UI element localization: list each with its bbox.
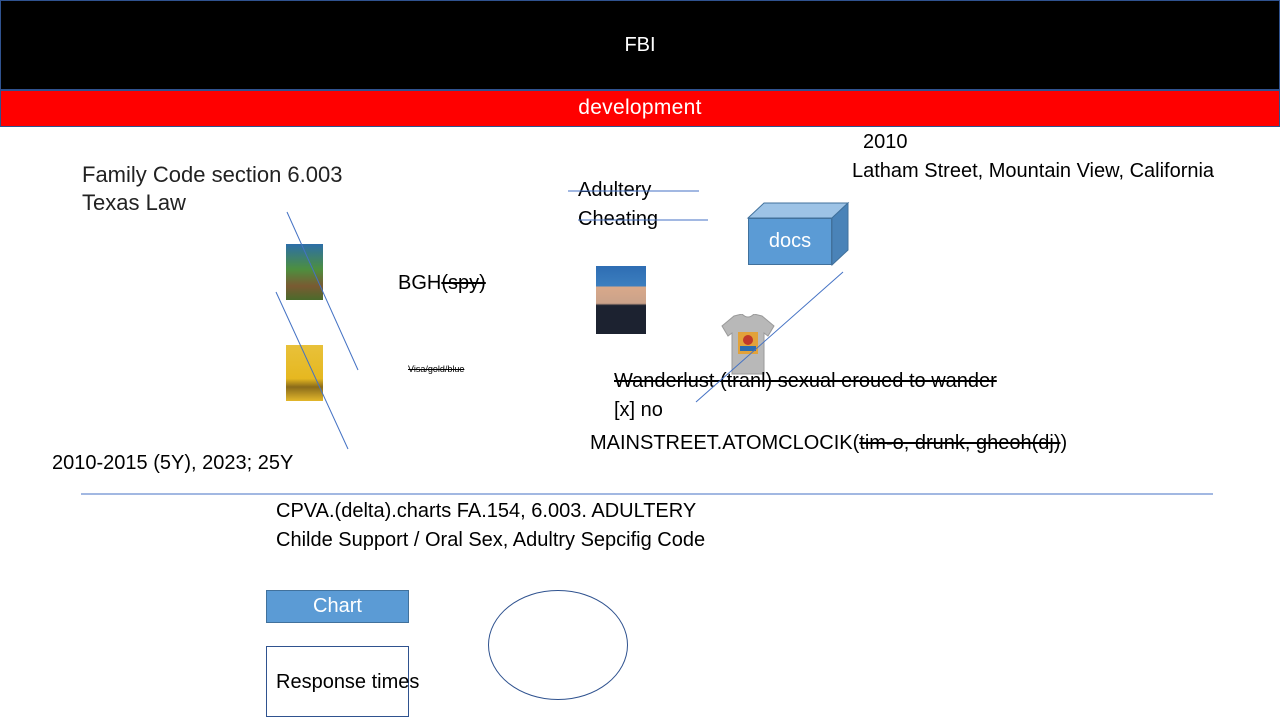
- years-range-label: 2010-2015 (5Y), 2023; 25Y: [52, 452, 294, 474]
- law-text-block: Family Code section 6.003 Texas Law: [82, 161, 342, 217]
- mainstreet-struck-text: tim-o, drunk, gheoh(dj): [859, 432, 1061, 454]
- bgh-label: BGH(spy): [398, 273, 486, 293]
- adultery-label: Adultery: [578, 179, 652, 201]
- law-line-2: Texas Law: [82, 190, 186, 215]
- movie-poster-image-yellow: [286, 345, 323, 401]
- bgh-struck-text: (spy): [441, 272, 486, 294]
- header-title: FBI: [624, 34, 656, 56]
- movie-poster-image: [286, 244, 323, 300]
- docs-box-side-face: [831, 201, 849, 267]
- bgh-text: BGH: [398, 272, 442, 294]
- address-label: Latham Street, Mountain View, California: [852, 160, 1215, 182]
- mainstreet-label: MAINSTREET.ATOMCLOCIK(tim-o, drunk, gheo…: [590, 433, 1067, 453]
- subheader-title: development: [578, 96, 702, 119]
- cheating-label: Cheating: [578, 208, 659, 230]
- portrait-photo: [596, 266, 646, 334]
- tshirt-image: [721, 314, 775, 375]
- visa-label: Visa/gold/blue: [408, 364, 465, 374]
- year-label: 2010: [863, 131, 908, 153]
- mainstreet-closing: ): [1060, 432, 1068, 454]
- notes-line-1: CPVA.(delta).charts FA.154, 6.003. ADULT…: [276, 500, 697, 522]
- notes-line-2: Childe Support / Oral Sex, Adultry Sepci…: [276, 529, 706, 551]
- wanderlust-label: Wanderlust (tranl) sexual eroued to wand…: [614, 370, 997, 392]
- response-times-label: Response times: [276, 671, 420, 693]
- oval-shape: [488, 590, 628, 700]
- mainstreet-text: MAINSTREET.ATOMCLOCIK(: [590, 432, 860, 454]
- checkbox-no-label: [x] no: [614, 399, 663, 421]
- law-line-1: Family Code section 6.003: [82, 162, 343, 187]
- docs-box[interactable]: docs: [748, 218, 832, 265]
- docs-box-top-face: [746, 202, 850, 219]
- chart-button[interactable]: Chart: [266, 590, 409, 623]
